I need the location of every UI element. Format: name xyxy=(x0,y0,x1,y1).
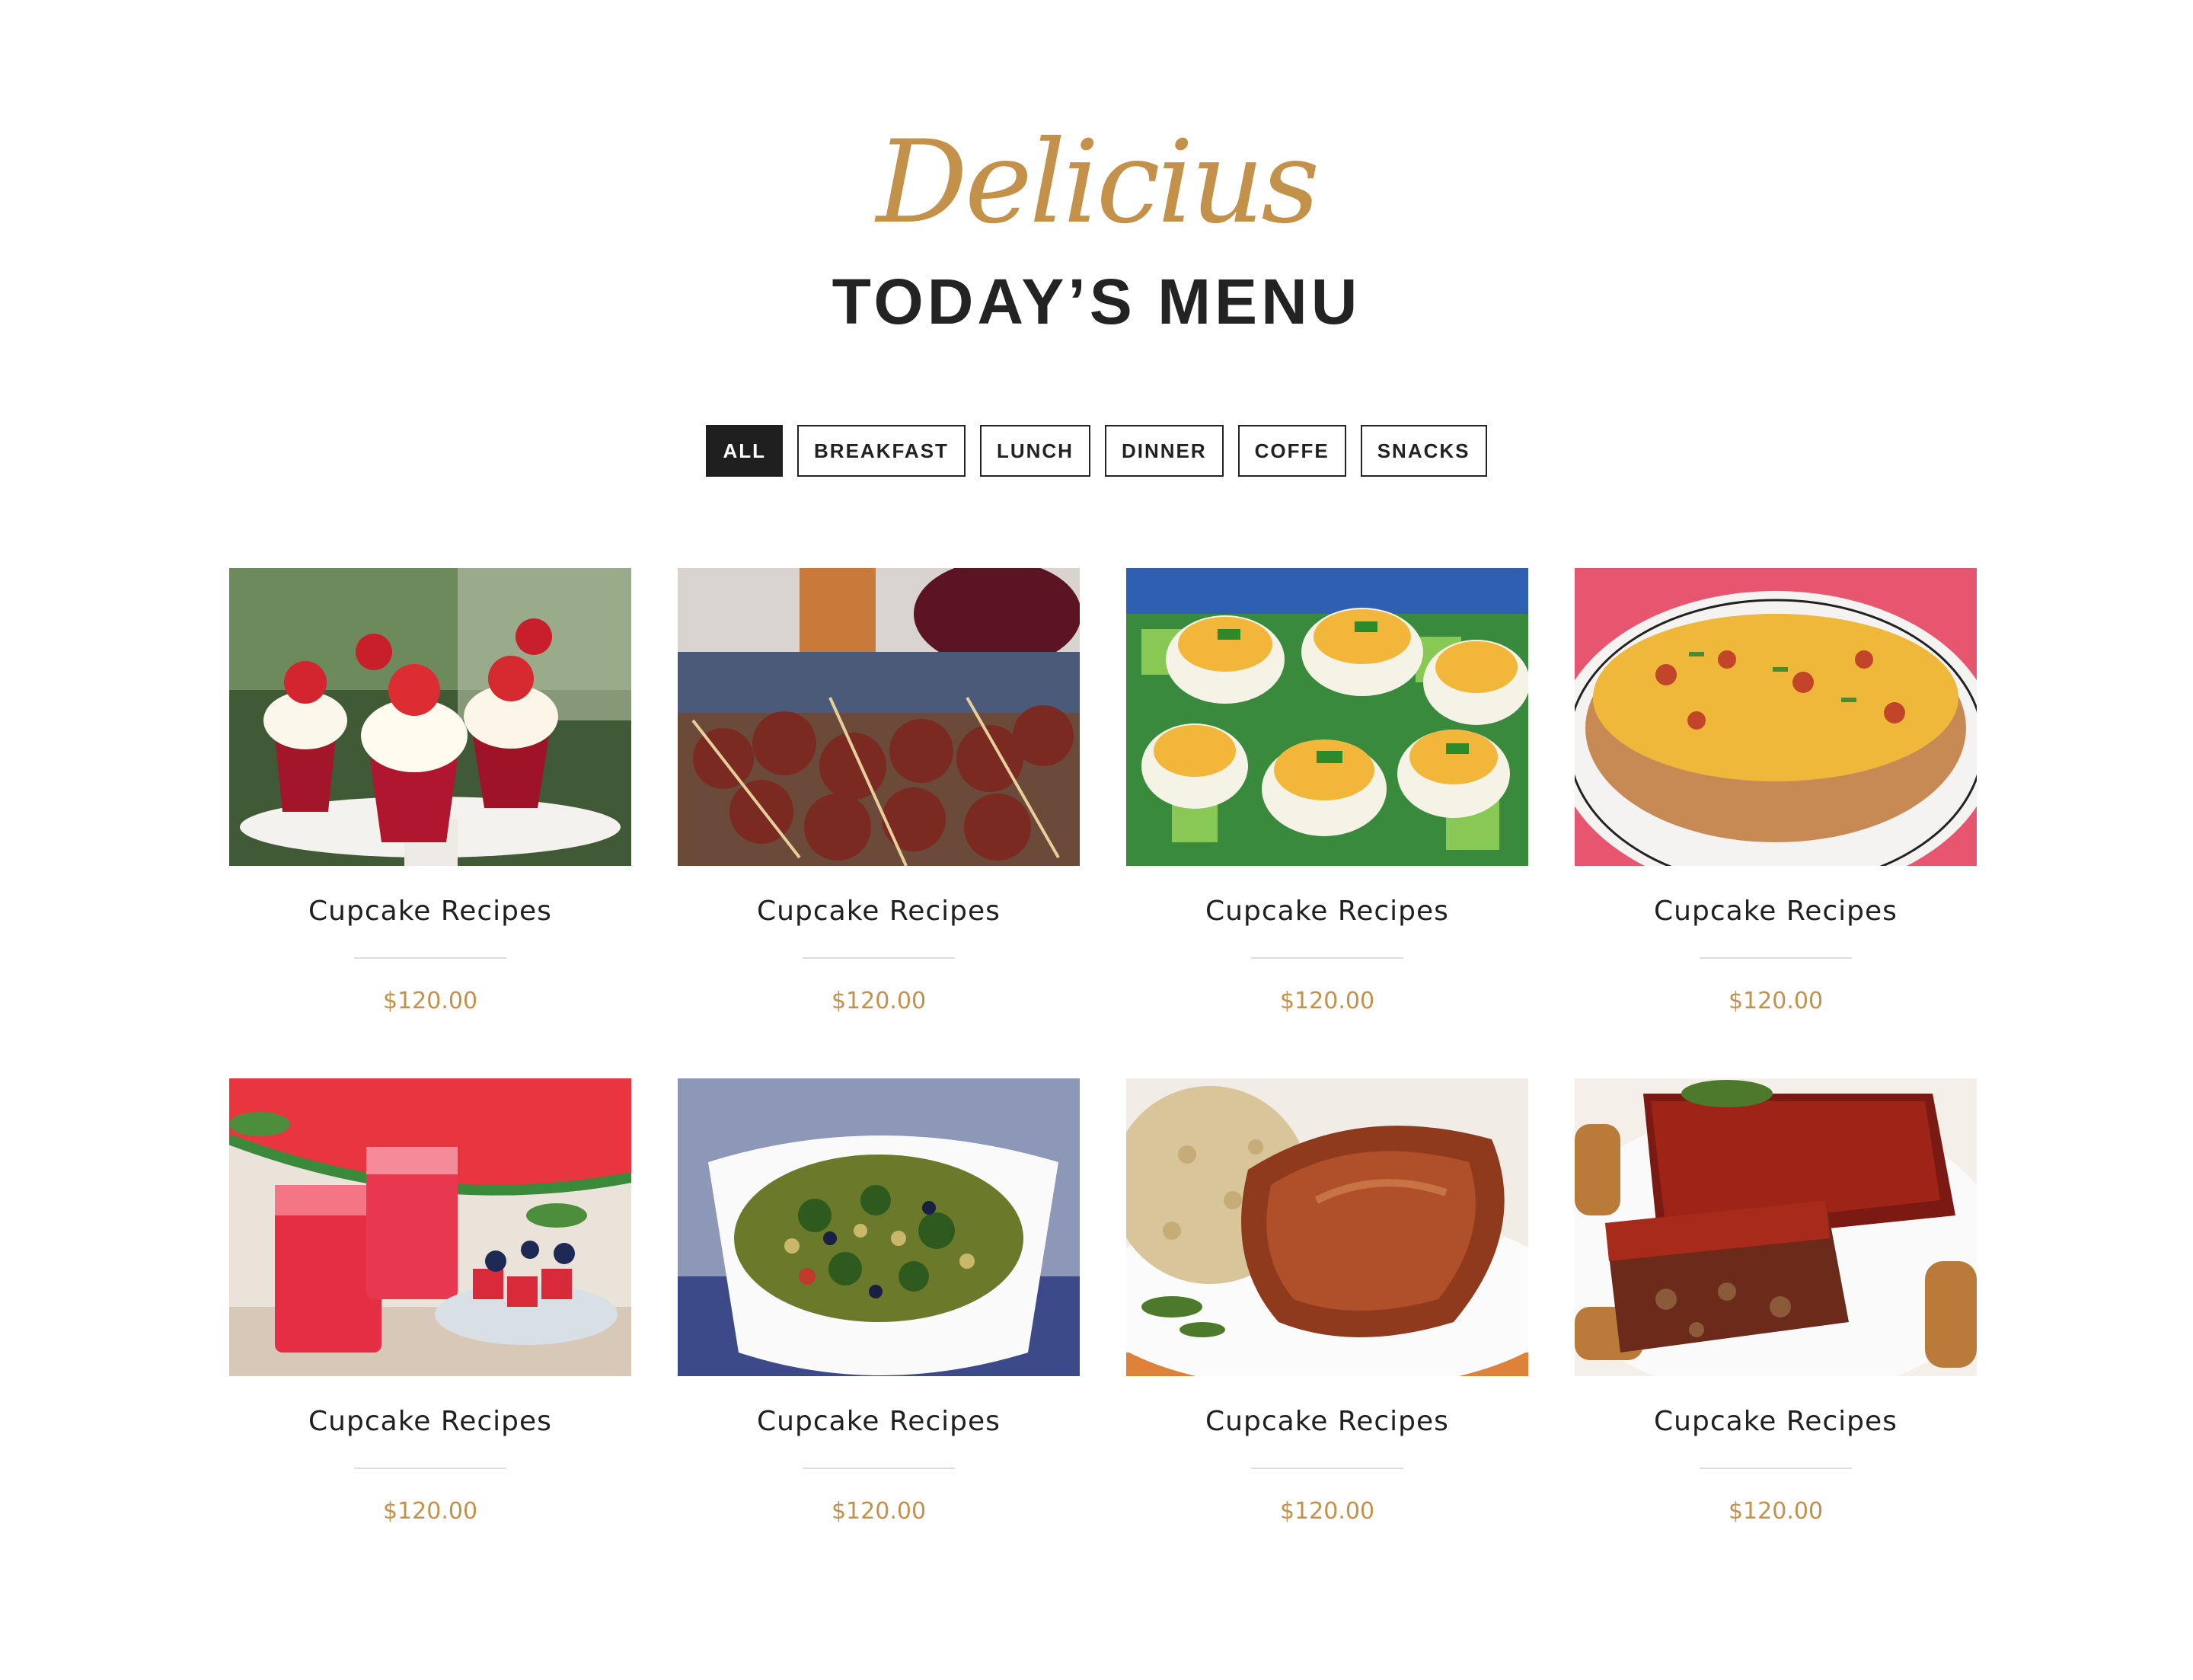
filter-lunch-button[interactable]: LUNCH xyxy=(979,425,1090,477)
category-filters: ALL BREAKFAST LUNCH DINNER COFFE SNACKS xyxy=(0,425,2193,477)
menu-grid: Cupcake Recipes $120.00 Cupcake Recipes … xyxy=(229,568,1978,1589)
strawberry-cupcakes-image[interactable] xyxy=(229,568,631,866)
bacon-wrapped-skewers-image[interactable] xyxy=(678,568,1080,866)
menu-item-card[interactable]: Cupcake Recipes $120.00 xyxy=(1575,1078,1977,1589)
menu-item-price: $120.00 xyxy=(1728,1498,1824,1525)
script-heading: Delicius xyxy=(876,117,1320,249)
divider xyxy=(1251,957,1403,959)
filter-snacks-button[interactable]: SNACKS xyxy=(1360,425,1487,477)
menu-item-card[interactable]: Cupcake Recipes $120.00 xyxy=(678,1078,1080,1589)
menu-item-price: $120.00 xyxy=(382,988,478,1014)
menu-item-title[interactable]: Cupcake Recipes xyxy=(1575,895,1977,928)
menu-item-title[interactable]: Cupcake Recipes xyxy=(229,1405,631,1439)
menu-page: Delicius TODAY’S MENU ALL BREAKFAST LUNC… xyxy=(0,0,2193,1680)
page-title: TODAY’S MENU xyxy=(832,266,1361,337)
meatloaf-image[interactable] xyxy=(1575,1078,1977,1376)
quinoa-salad-image[interactable] xyxy=(678,1078,1080,1376)
menu-item-title[interactable]: Cupcake Recipes xyxy=(678,1405,1080,1439)
menu-item-title[interactable]: Cupcake Recipes xyxy=(678,895,1080,928)
menu-item-price: $120.00 xyxy=(1279,1498,1375,1525)
divider xyxy=(354,957,506,959)
menu-item-price: $120.00 xyxy=(831,1498,927,1525)
menu-item-card[interactable]: Cupcake Recipes $120.00 xyxy=(229,1078,631,1589)
menu-item-price: $120.00 xyxy=(382,1498,478,1525)
menu-item-card[interactable]: Cupcake Recipes $120.00 xyxy=(229,568,631,1078)
filter-dinner-button[interactable]: DINNER xyxy=(1104,425,1224,477)
divider xyxy=(1700,1468,1852,1469)
menu-item-price: $120.00 xyxy=(1728,988,1824,1014)
divider xyxy=(1700,957,1852,959)
menu-item-title[interactable]: Cupcake Recipes xyxy=(229,895,631,928)
menu-item-card[interactable]: Cupcake Recipes $120.00 xyxy=(1126,568,1528,1078)
filter-all-button[interactable]: ALL xyxy=(706,425,784,477)
filter-coffe-button[interactable]: COFFE xyxy=(1237,425,1346,477)
menu-item-card[interactable]: Cupcake Recipes $120.00 xyxy=(1126,1078,1528,1589)
menu-item-card[interactable]: Cupcake Recipes $120.00 xyxy=(1575,568,1977,1078)
divider xyxy=(803,1468,955,1469)
glazed-pork-chop-image[interactable] xyxy=(1126,1078,1528,1376)
deviled-eggs-image[interactable] xyxy=(1126,568,1528,866)
menu-item-title[interactable]: Cupcake Recipes xyxy=(1575,1405,1977,1439)
loaded-baked-potato-image[interactable] xyxy=(1575,568,1977,866)
divider xyxy=(803,957,955,959)
menu-item-title[interactable]: Cupcake Recipes xyxy=(1126,1405,1528,1439)
menu-item-card[interactable]: Cupcake Recipes $120.00 xyxy=(678,568,1080,1078)
watermelon-juice-image[interactable] xyxy=(229,1078,631,1376)
divider xyxy=(1251,1468,1403,1469)
filter-breakfast-button[interactable]: BREAKFAST xyxy=(797,425,966,477)
menu-item-price: $120.00 xyxy=(831,988,927,1014)
menu-item-title[interactable]: Cupcake Recipes xyxy=(1126,895,1528,928)
menu-item-price: $120.00 xyxy=(1279,988,1375,1014)
divider xyxy=(354,1468,506,1469)
